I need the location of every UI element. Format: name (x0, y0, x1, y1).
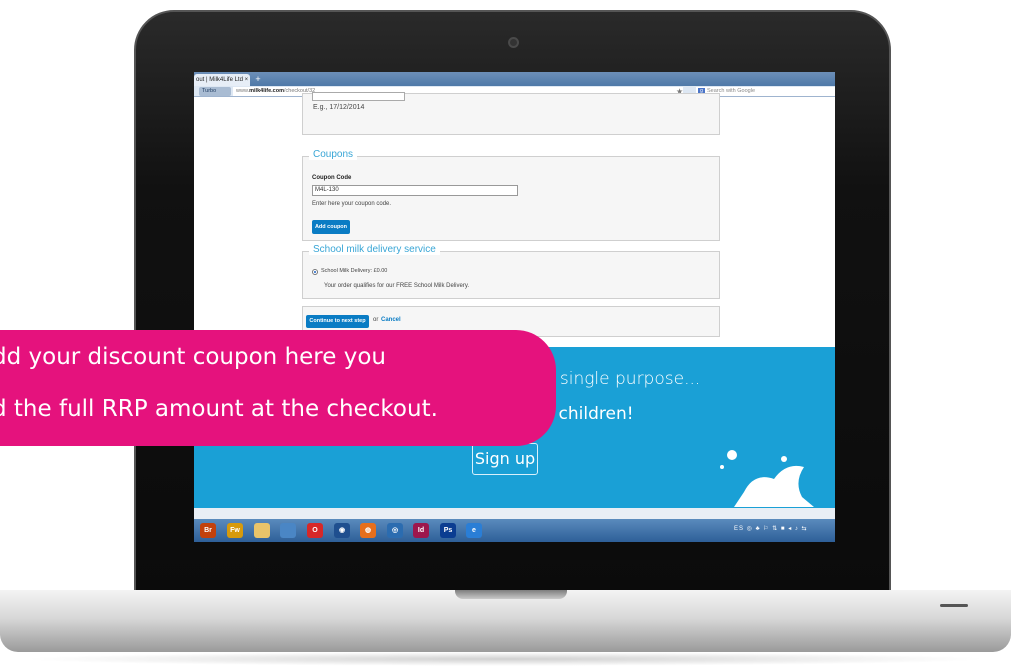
milk-splash-icon (720, 450, 814, 507)
firefox-app-icon[interactable]: ◍ (360, 523, 376, 538)
photoshop-app-icon[interactable]: Ps (440, 523, 456, 538)
turbo-button[interactable]: Turbo (199, 87, 231, 96)
date-input[interactable] (312, 92, 405, 101)
laptop-screen: out | Milk4Life Ltd × + Turbo www.milk4l… (194, 72, 835, 542)
opera-app-icon[interactable]: O (307, 523, 323, 538)
callout-line-1: dd your discount coupon here you (0, 344, 386, 370)
fireworks-app-icon[interactable]: Fw (227, 523, 243, 538)
new-tab-button[interactable]: + (253, 74, 263, 84)
ie-app-icon[interactable]: e (466, 523, 482, 538)
laptop-base (0, 590, 1011, 652)
coupon-help-text: Enter here your coupon code. (312, 201, 392, 207)
folder-app-icon[interactable] (254, 523, 270, 538)
add-coupon-button[interactable]: Add coupon (312, 220, 350, 234)
delivery-fieldset: School milk delivery service School Milk… (302, 244, 720, 299)
laptop-shadow (20, 652, 990, 666)
delivery-radio[interactable] (312, 269, 318, 275)
checkout-page: E.g., 17/12/2014 Coupons Coupon Code M4L… (194, 92, 835, 347)
turbo-label: Turbo (202, 88, 217, 94)
bridge-app-icon[interactable]: Br (200, 523, 216, 538)
tab-title: out | Milk4Life Ltd × (196, 77, 249, 83)
url-domain: milk4life.com (249, 88, 284, 94)
or-text: or (373, 317, 379, 323)
coupon-code-label: Coupon Code (312, 175, 352, 181)
signup-button[interactable]: Sign up (472, 443, 538, 475)
callout-line-2: d the full RRP amount at the checkout. (0, 396, 438, 422)
promo-line-1: e single purpose... (544, 369, 701, 389)
delivery-note: Your order qualifies for our FREE School… (324, 283, 470, 289)
laptop-lid-notch (455, 590, 567, 599)
coupons-legend: Coupons (309, 149, 358, 160)
status-strip (194, 508, 835, 519)
chrome-app-icon[interactable]: ◎ (387, 523, 403, 538)
delivery-legend: School milk delivery service (309, 244, 440, 255)
system-tray[interactable]: ES ◎ ♣ ⚐ ⇅ ■ ◂ ♪ ⇆ (734, 525, 834, 535)
media-player-app-icon[interactable] (280, 523, 296, 538)
url-prefix: www. (236, 88, 250, 94)
delivery-option-label: School Milk Delivery: £0.00 (321, 268, 388, 274)
windows-taskbar: Br Fw O ◉ ◍ ◎ Id Ps e ES ◎ ♣ ⚐ ⇅ ■ ◂ ♪ ⇆ (194, 519, 835, 542)
date-fieldset: E.g., 17/12/2014 (302, 92, 720, 135)
laptop-slot (940, 604, 968, 607)
webcam-icon (508, 37, 519, 48)
indesign-app-icon[interactable]: Id (413, 523, 429, 538)
coupon-callout: dd your discount coupon here you d the f… (0, 330, 556, 446)
date-hint: E.g., 17/12/2014 (313, 104, 365, 111)
browser-tab-bar: out | Milk4Life Ltd × + (194, 72, 835, 86)
coupon-code-input[interactable]: M4L-130 (312, 185, 518, 196)
continue-button[interactable]: Continue to next step (306, 315, 369, 328)
cancel-link[interactable]: Cancel (381, 317, 401, 323)
coupons-fieldset: Coupons Coupon Code M4L-130 Enter here y… (302, 149, 720, 241)
browser-tab[interactable]: out | Milk4Life Ltd × (194, 74, 250, 86)
browser-app-icon[interactable]: ◉ (334, 523, 350, 538)
